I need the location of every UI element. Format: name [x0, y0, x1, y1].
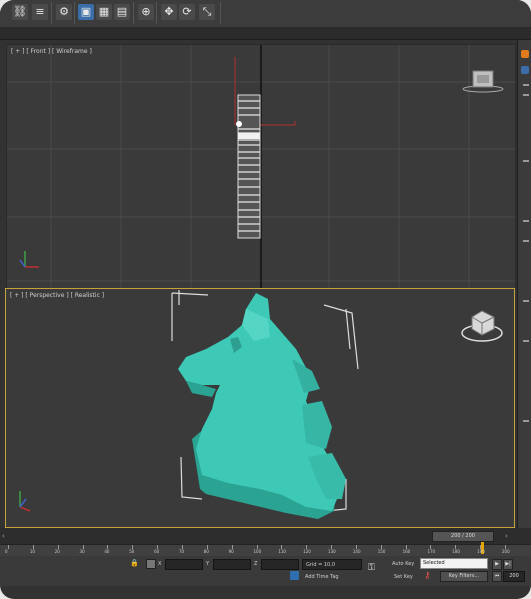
- 3ds-max-window: ⛓ ≡ ⚙ ▣ ▦ ▤ ⊕ ✥ ⟳ ⤡ [ + ] [ Front ] [ Wi…: [0, 0, 531, 599]
- main-toolbar: ⛓ ≡ ⚙ ▣ ▦ ▤ ⊕ ✥ ⟳ ⤡: [0, 0, 531, 28]
- key-icon[interactable]: ⚷: [424, 571, 434, 581]
- ruler-tick-label: 200: [502, 549, 510, 554]
- grid-readout: Grid = 10,0: [302, 559, 362, 570]
- time-tag-icon[interactable]: [290, 571, 299, 580]
- axis-tripod-icon: [19, 491, 31, 512]
- ruler-tick-label: 110: [278, 549, 286, 554]
- toolbar-divider: [156, 2, 157, 24]
- status-bar: 🔒 X Y Z Grid = 10,0 Add Time Tag ⚿ Auto …: [0, 556, 531, 586]
- z-coordinate-field[interactable]: [261, 559, 299, 570]
- panel-tick: [523, 94, 529, 96]
- panel-tick: [523, 240, 529, 242]
- time-slider[interactable]: 200 / 200 ‹ ›: [0, 528, 531, 544]
- ruler-tick-label: 10: [29, 549, 35, 554]
- ruler-tick-label: 100: [253, 549, 262, 554]
- ruler-tick-label: 80: [203, 549, 209, 554]
- set-key-button[interactable]: Set Key: [394, 574, 413, 580]
- set-key-icon[interactable]: ⚿: [368, 563, 382, 573]
- ruler-tick: [8, 545, 9, 549]
- lock-selection-icon[interactable]: 🔒: [130, 559, 139, 567]
- command-panel-strip[interactable]: [517, 40, 531, 540]
- select-object-icon[interactable]: ▣: [78, 4, 94, 20]
- frame-number-field[interactable]: 200: [503, 571, 525, 582]
- ruler-tick-label: 70: [178, 549, 185, 554]
- toolbar-divider: [51, 2, 52, 24]
- front-viewport-canvas: [7, 45, 515, 288]
- rectangular-selection-icon[interactable]: ▤: [114, 4, 130, 20]
- 3d-object-knight[interactable]: [178, 293, 346, 519]
- wireframe-object[interactable]: [236, 94, 261, 239]
- auto-key-button[interactable]: Auto Key: [392, 561, 414, 567]
- ruler-tick-label: 180: [452, 549, 460, 554]
- panel-tick: [523, 420, 529, 422]
- ruler-tick-label: 150: [377, 549, 386, 554]
- select-and-move-icon[interactable]: ✥: [161, 4, 177, 20]
- ruler-tick-label: 140: [352, 549, 361, 554]
- ruler-tick-label: 60: [154, 549, 160, 554]
- ruler-tick-label: 50: [129, 549, 135, 554]
- ruler-tick-label: 170: [427, 549, 436, 554]
- toolbar-divider: [133, 2, 134, 24]
- key-mode-dropdown[interactable]: Selected: [420, 558, 488, 569]
- grid-text: Grid = 10,0: [306, 562, 335, 568]
- axis-tripod-icon: [19, 251, 39, 268]
- goto-start-icon[interactable]: ⏮: [492, 571, 502, 582]
- select-and-link-icon[interactable]: ⛓: [12, 4, 28, 20]
- toolbar-divider: [74, 2, 75, 24]
- toolbar-divider: [220, 2, 221, 24]
- bind-spacewarp-icon[interactable]: ⚙: [56, 4, 72, 20]
- window-crossing-icon[interactable]: ⊕: [138, 4, 154, 20]
- absolute-mode-icon[interactable]: [146, 559, 156, 569]
- play-icon[interactable]: ▶: [492, 559, 502, 570]
- perspective-viewport-canvas: [19, 290, 503, 519]
- select-and-rotate-icon[interactable]: ⟳: [179, 4, 195, 20]
- front-viewport[interactable]: [ + ] [ Front ] [ Wireframe ]: [6, 44, 516, 289]
- panel-tick: [523, 160, 529, 162]
- panel-tick: [523, 220, 529, 222]
- y-label: Y: [206, 561, 210, 567]
- ruler-tick-label: 20: [54, 549, 60, 554]
- ruler-tick-label: 90: [228, 549, 234, 554]
- chevron-right-icon[interactable]: ›: [505, 532, 513, 540]
- key-filters-button[interactable]: Key Filters...: [440, 571, 488, 582]
- ruler-tick-label: 160: [402, 549, 411, 554]
- chevron-left-icon[interactable]: ‹: [2, 532, 10, 540]
- panel-tick: [523, 300, 529, 302]
- ruler-tick-label: 190: [477, 549, 485, 554]
- unlink-icon[interactable]: ≡: [32, 4, 48, 20]
- select-by-name-icon[interactable]: ▦: [96, 4, 112, 20]
- x-coordinate-field[interactable]: [165, 559, 203, 570]
- perspective-viewport[interactable]: [ + ] [ Perspective ] [ Realistic ]: [5, 288, 515, 528]
- add-time-tag-button[interactable]: Add Time Tag: [305, 574, 339, 580]
- panel-tick: [523, 84, 529, 86]
- ruler-tick-label: 40: [104, 549, 110, 554]
- time-slider-thumb[interactable]: 200 / 200: [432, 531, 494, 542]
- x-label: X: [158, 561, 162, 567]
- ruler-tick-label: 0: [5, 549, 8, 554]
- modify-tab-icon[interactable]: [521, 66, 529, 74]
- z-label: Z: [254, 561, 258, 567]
- ribbon-strip: [0, 27, 531, 40]
- ruler-tick-label: 120: [303, 549, 311, 554]
- ruler-tick-label: 130: [328, 549, 336, 554]
- viewcube-icon[interactable]: [461, 310, 503, 342]
- key-mode-dropdown-value: Selected: [423, 560, 445, 566]
- y-coordinate-field[interactable]: [213, 559, 251, 570]
- select-and-scale-icon[interactable]: ⤡: [199, 4, 215, 20]
- ruler-tick-label: 30: [79, 549, 85, 554]
- create-tab-icon[interactable]: [521, 50, 529, 58]
- panel-tick: [523, 340, 529, 342]
- next-frame-icon[interactable]: ▶|: [503, 559, 513, 570]
